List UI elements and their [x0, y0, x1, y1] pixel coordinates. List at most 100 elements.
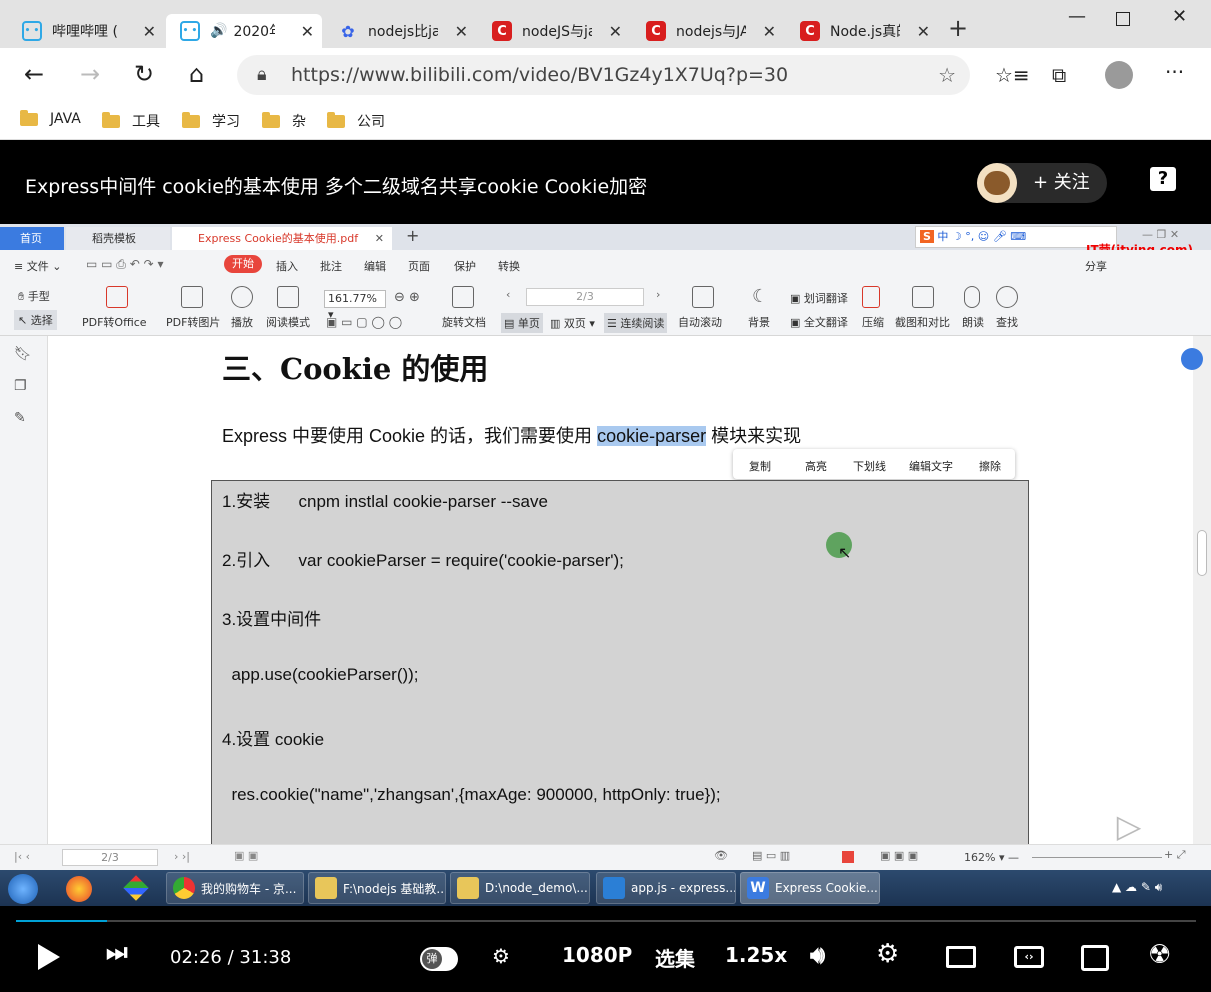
tool-pdf-to-office[interactable]: PDF转Office [82, 314, 147, 330]
menu-convert[interactable]: 转换 [498, 258, 520, 274]
browser-tab-csdn-1[interactable]: C nodeJS与ja ✕ [478, 14, 630, 48]
close-tab-icon[interactable]: ✕ [143, 22, 156, 41]
progress-bar[interactable] [16, 920, 1196, 922]
video-frame[interactable]: 首页 稻壳模板 Express Cookie的基本使用.pdf ✕ + S 中 … [0, 224, 1211, 906]
prev-page-icon[interactable]: ‹ [506, 288, 510, 301]
tool-read-mode[interactable]: 阅读模式 [266, 314, 310, 330]
danmaku-settings-icon[interactable]: ⚙ [492, 944, 510, 968]
favorite-star-icon[interactable]: ☆ [938, 55, 956, 95]
wps-tab-home[interactable]: 首页 [0, 227, 64, 250]
more-menu-icon[interactable]: ··· [1165, 60, 1184, 84]
view-mode-icons[interactable]: ▤ ▭ ▥ [752, 849, 790, 862]
nav-history-icons[interactable]: ▣ ▣ [234, 849, 258, 862]
zoom-input[interactable]: 161.77% ▾ [324, 290, 386, 321]
menu-file[interactable]: ≡ 文件 ⌄ [14, 258, 61, 274]
tool-screenshot-compare[interactable]: 截图和对比 [895, 314, 950, 330]
scroll-thumb[interactable] [1197, 530, 1207, 576]
close-tab-icon[interactable]: ✕ [763, 22, 776, 41]
next-page-icon[interactable]: › [656, 288, 660, 301]
taskbar-vscode[interactable]: app.js - express... [596, 872, 736, 904]
first-prev-page-icons[interactable]: |‹ ‹ [14, 850, 30, 863]
tool-auto-scroll[interactable]: 自动滚动 [678, 314, 722, 330]
bookmark-folder-java[interactable]: JAVA [20, 109, 81, 127]
start-button[interactable] [8, 874, 38, 904]
eye-protect-icon[interactable]: 👁︎ [714, 849, 728, 862]
menu-annotate[interactable]: 批注 [320, 258, 342, 274]
audio-icon[interactable]: 🔊 [210, 23, 227, 39]
fit-icons[interactable]: ▣ ▭ ▢ ◯ ◯ [326, 315, 402, 329]
help-icon[interactable]: ? [1150, 167, 1176, 191]
app-pinned-icon[interactable] [123, 875, 149, 901]
float-tool-icon[interactable] [1181, 348, 1203, 370]
menu-start[interactable]: 开始 [224, 255, 262, 273]
selected-text[interactable]: cookie-parser [597, 426, 707, 446]
play-button[interactable] [38, 944, 60, 970]
back-icon[interactable]: ← [24, 60, 44, 88]
menu-insert[interactable]: 插入 [276, 258, 298, 274]
doc-scrollbar[interactable] [1181, 336, 1211, 844]
taskbar-wps[interactable]: W Express Cookie... [740, 872, 880, 904]
quick-access-icons[interactable]: ▭ ▭ ⎙ ↶ ↷ ▾ [86, 257, 163, 272]
fullscreen-icon[interactable]: ☢ [1148, 940, 1171, 970]
settings-gear-icon[interactable]: ⚙ [876, 939, 899, 969]
taskbar-chrome[interactable]: 我的购物车 - 京... [166, 872, 304, 904]
menu-edit[interactable]: 编辑 [364, 258, 386, 274]
tool-select[interactable]: ↖ 选择 [14, 310, 57, 330]
close-tab-icon[interactable]: ✕ [609, 22, 622, 41]
tool-rotate[interactable]: 旋转文档 [442, 314, 486, 330]
forward-icon[interactable]: → [80, 60, 100, 88]
tool-pdf-to-image[interactable]: PDF转图片 [166, 314, 220, 330]
status-zoom[interactable]: 162% ▾ — [964, 851, 1019, 864]
thumbnail-panel-icon[interactable]: ❐ [14, 378, 27, 394]
popup-copy[interactable]: 复制 [749, 458, 771, 474]
popup-underline[interactable]: 下划线 [853, 458, 886, 474]
wps-tab-templates[interactable]: 稻壳模板 [66, 227, 170, 250]
new-tab-button[interactable]: + [948, 14, 968, 42]
status-page-input[interactable]: 2/3 [62, 849, 158, 866]
maximize-button[interactable] [1116, 12, 1130, 26]
bookmark-folder-company[interactable]: 公司 [327, 111, 385, 131]
browser-tab-bilibili-home[interactable]: • • 哔哩哔哩 ( ✕ [8, 14, 164, 48]
browser-tab-csdn-2[interactable]: C nodejs与JA ✕ [632, 14, 784, 48]
close-tab-icon[interactable]: ✕ [455, 22, 468, 41]
danmaku-toggle[interactable]: 弹 [420, 947, 458, 971]
tool-continuous[interactable]: ☰ 连续阅读 [604, 313, 668, 333]
close-window-button[interactable]: ✕ [1172, 6, 1187, 27]
bookmark-folder-tools[interactable]: 工具 [102, 111, 160, 131]
tool-find[interactable]: 查找 [996, 314, 1018, 330]
next-last-page-icons[interactable]: › ›| [174, 850, 190, 863]
popup-highlight[interactable]: 高亮 [805, 458, 827, 474]
quality-button[interactable]: 1080P [562, 943, 632, 967]
profile-avatar[interactable] [1105, 61, 1133, 89]
home-icon[interactable]: ⌂ [189, 60, 204, 88]
wps-new-tab-icon[interactable]: + [406, 226, 419, 245]
wps-tab-pdf[interactable]: Express Cookie的基本使用.pdf ✕ [172, 227, 392, 250]
widescreen-icon[interactable]: ‹› [1014, 946, 1044, 968]
speed-button[interactable]: 1.25x [725, 943, 787, 967]
zoom-in-fullscreen-icons[interactable]: + ⤢ [1164, 848, 1186, 862]
popup-erase[interactable]: 擦除 [979, 458, 1001, 474]
pdf-document-view[interactable]: 三、Cookie 的使用 Express 中要使用 Cookie 的话，我们需要… [48, 336, 1193, 844]
tool-play[interactable]: 播放 [231, 314, 253, 330]
next-episode-button[interactable]: ⏭︎ [106, 938, 128, 966]
firefox-icon[interactable] [66, 876, 92, 902]
share-button[interactable]: 分享 [1085, 258, 1107, 274]
tool-full-translate[interactable]: ▣ 全文翻译 [790, 314, 848, 330]
bookmark-panel-icon[interactable]: 🔖︎ [14, 346, 32, 362]
fit-mode-icons[interactable]: ▣ ▣ ▣ [880, 849, 918, 862]
taskbar-explorer-1[interactable]: F:\nodejs 基础教... [308, 872, 446, 904]
tool-double-page[interactable]: ▥ 双页 ▾ [550, 315, 595, 331]
minimize-button[interactable]: — [1068, 6, 1086, 27]
tool-word-translate[interactable]: ▣ 划词翻译 [790, 290, 848, 306]
refresh-icon[interactable]: ↻ [134, 60, 154, 88]
menu-protect[interactable]: 保护 [454, 258, 476, 274]
episodes-button[interactable]: 选集 [655, 943, 695, 972]
browser-tab-baidu[interactable]: ✿ nodejs比ja ✕ [324, 14, 476, 48]
web-fullscreen-icon[interactable] [1081, 945, 1109, 971]
zoom-slider[interactable] [1032, 857, 1162, 858]
picture-in-picture-icon[interactable] [946, 946, 976, 968]
tool-background[interactable]: 背景 [748, 314, 770, 330]
volume-icon[interactable]: 🔊︎ [810, 941, 825, 969]
tool-compress[interactable]: 压缩 [862, 314, 884, 330]
url-field[interactable]: 🔒︎ https://www.bilibili.com/video/BV1Gz4… [237, 55, 970, 95]
